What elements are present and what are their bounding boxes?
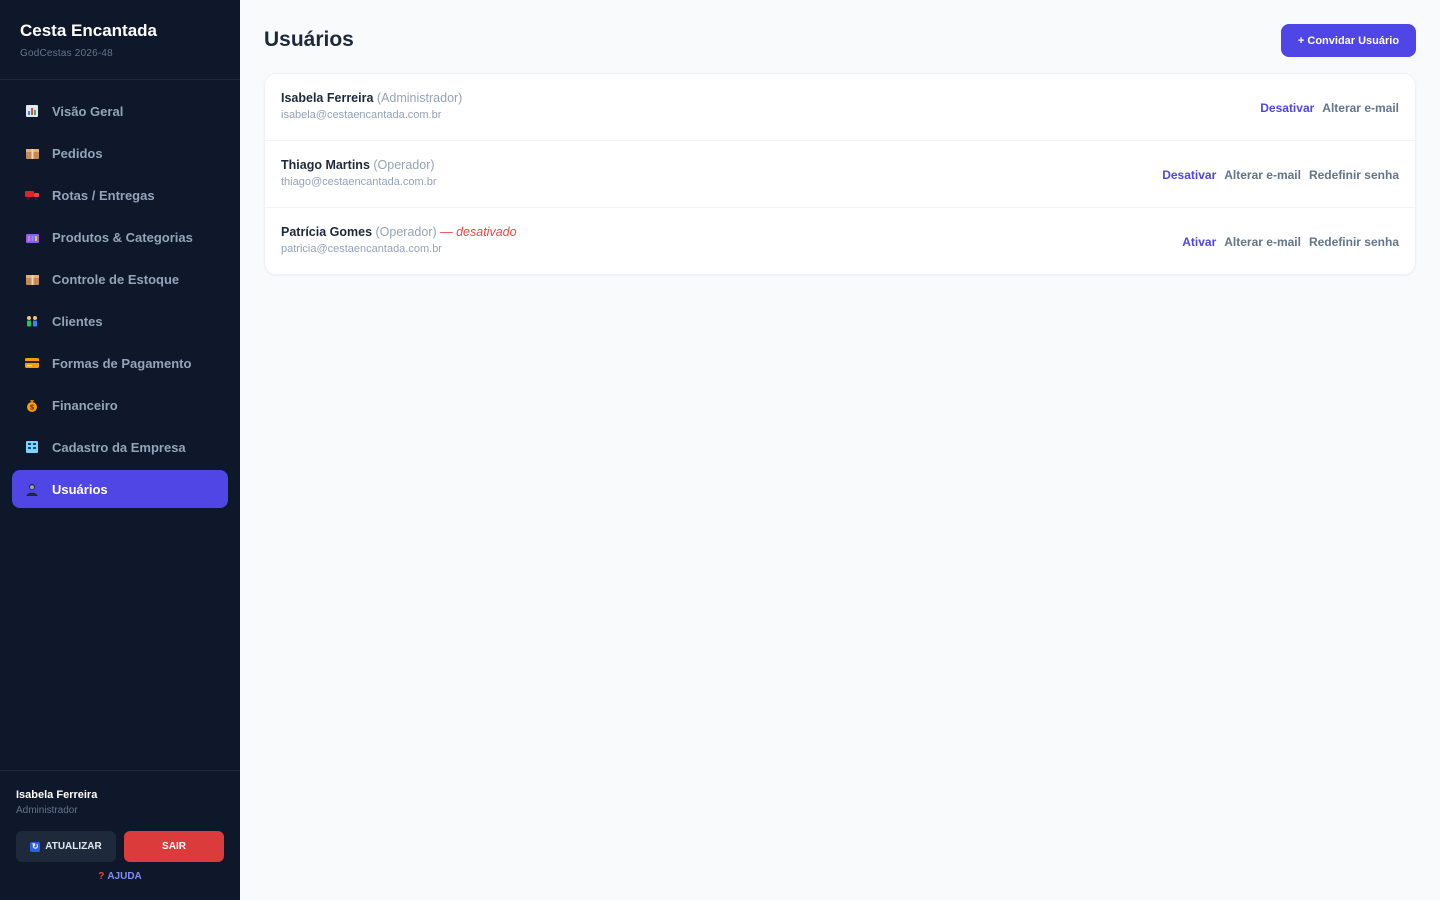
user-info: Patrícia Gomes (Operador) — desativado p… xyxy=(281,224,517,255)
sidebar: Cesta Encantada GodCestas 2026-48 Visão … xyxy=(0,0,240,900)
help-link[interactable]: ? AJUDA xyxy=(0,871,240,882)
user-email: patricia@cestaencantada.com.br xyxy=(281,243,442,255)
sidebar-item-label: Rotas / Entregas xyxy=(52,187,155,203)
sidebar-item-label: Cadastro da Empresa xyxy=(52,439,186,455)
current-user-role: Administrador xyxy=(16,805,78,816)
sidebar-item-label: Usuários xyxy=(52,481,108,497)
user-row: Patrícia Gomes (Operador) — desativado p… xyxy=(265,208,1415,274)
sidebar-item-label: Visão Geral xyxy=(52,103,124,119)
money-bag-icon: $ xyxy=(24,397,40,413)
change-email-button[interactable]: Alterar e-mail xyxy=(1224,235,1301,249)
sidebar-item-financeiro[interactable]: $ Financeiro xyxy=(12,386,228,424)
user-actions: Desativar Alterar e-mail Redefinir senha xyxy=(1162,141,1399,208)
brand-title: Cesta Encantada xyxy=(20,21,157,40)
sidebar-item-produtos-categorias[interactable]: Produtos & Categorias xyxy=(12,218,228,256)
user-icon xyxy=(24,481,40,497)
building-icon xyxy=(24,439,40,455)
credit-card-icon xyxy=(24,355,40,371)
sidebar-item-label: Produtos & Categorias xyxy=(52,229,193,245)
bar-chart-icon xyxy=(24,103,40,119)
deactivate-button[interactable]: Desativar xyxy=(1162,168,1216,182)
sidebar-item-formas-pagamento[interactable]: Formas de Pagamento xyxy=(12,344,228,382)
invite-user-button[interactable]: + Convidar Usuário xyxy=(1281,24,1416,57)
user-info: Isabela Ferreira (Administrador) isabela… xyxy=(281,90,462,121)
people-icon xyxy=(24,313,40,329)
main-content: Usuários + Convidar Usuário Isabela Ferr… xyxy=(240,0,1440,900)
change-email-button[interactable]: Alterar e-mail xyxy=(1322,101,1399,115)
sidebar-item-usuarios[interactable]: Usuários xyxy=(12,470,228,508)
user-role: (Operador) xyxy=(373,158,435,172)
truck-icon xyxy=(24,187,40,203)
sidebar-item-visao-geral[interactable]: Visão Geral xyxy=(12,92,228,130)
sidebar-item-cadastro-empresa[interactable]: Cadastro da Empresa xyxy=(12,428,228,466)
current-user-name: Isabela Ferreira xyxy=(16,789,98,801)
user-row: Isabela Ferreira (Administrador) isabela… xyxy=(265,74,1415,141)
change-email-button[interactable]: Alterar e-mail xyxy=(1224,168,1301,182)
user-status-badge: — desativado xyxy=(440,225,517,239)
sidebar-item-label: Financeiro xyxy=(52,397,118,413)
user-name: Thiago Martins xyxy=(281,158,370,172)
sidebar-item-clientes[interactable]: Clientes xyxy=(12,302,228,340)
user-email: thiago@cestaencantada.com.br xyxy=(281,176,437,188)
sidebar-item-label: Pedidos xyxy=(52,145,103,161)
question-icon: ? xyxy=(98,871,105,882)
reset-password-button[interactable]: Redefinir senha xyxy=(1309,235,1399,249)
user-role: (Administrador) xyxy=(376,91,463,105)
box-icon xyxy=(24,271,40,287)
sidebar-item-label: Controle de Estoque xyxy=(52,271,180,287)
shopping-icon xyxy=(24,229,40,245)
user-name: Isabela Ferreira xyxy=(281,91,374,105)
deactivate-button[interactable]: Desativar xyxy=(1260,101,1314,115)
brand-subtitle: GodCestas 2026-48 xyxy=(20,48,113,59)
refresh-icon: ↻ xyxy=(30,841,41,852)
user-name: Patrícia Gomes xyxy=(281,225,373,239)
user-email: isabela@cestaencantada.com.br xyxy=(281,109,442,121)
page-title: Usuários xyxy=(264,28,354,51)
help-label: AJUDA xyxy=(107,871,142,882)
refresh-label: ATUALIZAR xyxy=(45,841,102,852)
user-actions: Ativar Alterar e-mail Redefinir senha xyxy=(1182,208,1399,274)
svg-text:$: $ xyxy=(30,403,35,411)
users-list: Isabela Ferreira (Administrador) isabela… xyxy=(264,73,1416,275)
user-info: Thiago Martins (Operador) thiago@cestaen… xyxy=(281,157,436,188)
sidebar-item-rotas-entregas[interactable]: Rotas / Entregas xyxy=(12,176,228,214)
reset-password-button[interactable]: Redefinir senha xyxy=(1309,168,1399,182)
sidebar-item-label: Clientes xyxy=(52,313,103,329)
user-actions: Desativar Alterar e-mail xyxy=(1260,74,1399,141)
sidebar-item-controle-estoque[interactable]: Controle de Estoque xyxy=(12,260,228,298)
user-role: (Operador) xyxy=(375,225,437,239)
sidebar-item-pedidos[interactable]: Pedidos xyxy=(12,134,228,172)
brand: Cesta Encantada GodCestas 2026-48 xyxy=(0,0,240,80)
sidebar-footer: Isabela Ferreira Administrador ↻ ATUALIZ… xyxy=(0,770,240,900)
package-icon xyxy=(24,145,40,161)
logout-button[interactable]: SAIR xyxy=(124,831,224,862)
sidebar-nav: Visão Geral Pedidos Rotas / Entregas Pro… xyxy=(12,92,228,512)
refresh-button[interactable]: ↻ ATUALIZAR xyxy=(16,831,116,862)
user-row: Thiago Martins (Operador) thiago@cestaen… xyxy=(265,141,1415,208)
activate-button[interactable]: Ativar xyxy=(1182,235,1216,249)
sidebar-item-label: Formas de Pagamento xyxy=(52,355,192,371)
